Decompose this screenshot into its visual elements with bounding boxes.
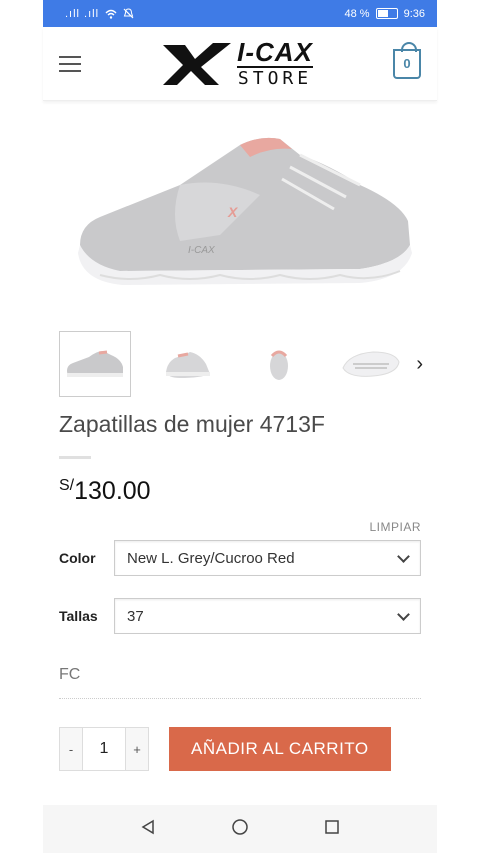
thumbnail-4[interactable] bbox=[335, 331, 407, 397]
size-label: Tallas bbox=[59, 608, 98, 624]
site-header: I-CAX STORE 0 bbox=[43, 27, 437, 101]
recents-icon[interactable] bbox=[324, 819, 340, 840]
add-to-cart-button[interactable]: AÑADIR AL CARRITO bbox=[169, 727, 391, 771]
home-icon[interactable] bbox=[231, 818, 249, 841]
size-value: 37 bbox=[127, 607, 144, 625]
thumbnail-1[interactable] bbox=[59, 331, 131, 397]
menu-icon[interactable] bbox=[59, 55, 81, 72]
store-logo[interactable]: I-CAX STORE bbox=[161, 39, 313, 88]
cart-icon[interactable]: 0 bbox=[393, 41, 421, 79]
quantity-stepper: - 1 + bbox=[59, 727, 149, 771]
price-currency: S/ bbox=[59, 477, 75, 494]
color-value: New L. Grey/Cucroo Red bbox=[127, 549, 295, 567]
battery-text: 48 % bbox=[344, 7, 370, 20]
color-label: Color bbox=[59, 550, 96, 566]
sneaker-image: X I-CAX bbox=[78, 137, 412, 285]
sku-text: FC bbox=[59, 666, 421, 699]
chevron-down-icon bbox=[397, 607, 410, 621]
chevron-down-icon bbox=[397, 549, 410, 563]
wifi-icon bbox=[105, 9, 117, 19]
thumbnail-2[interactable] bbox=[151, 331, 223, 397]
svg-text:I-CAX: I-CAX bbox=[188, 245, 215, 256]
quantity-input[interactable]: 1 bbox=[82, 728, 126, 770]
price-amount: 130.00 bbox=[74, 477, 151, 505]
logo-mark-icon bbox=[163, 42, 232, 85]
back-icon[interactable] bbox=[140, 819, 156, 840]
product-main-image[interactable]: X I-CAX bbox=[59, 101, 421, 319]
clear-selection-link[interactable]: LIMPIAR bbox=[43, 520, 437, 534]
color-select[interactable]: New L. Grey/Cucroo Red bbox=[114, 540, 421, 576]
chevron-right-icon[interactable]: › bbox=[416, 353, 423, 376]
status-bar: .ıll .ıll 48 % 9:36 bbox=[43, 0, 437, 27]
svg-text:X: X bbox=[227, 204, 239, 220]
android-nav-bar bbox=[43, 805, 437, 853]
mute-icon bbox=[123, 8, 134, 19]
logo-main-text: I-CAX bbox=[237, 37, 313, 67]
size-row: Tallas 37 bbox=[43, 598, 437, 634]
logo-sub-text: STORE bbox=[237, 66, 313, 89]
thumbnail-strip: › bbox=[43, 331, 437, 397]
color-row: Color New L. Grey/Cucroo Red bbox=[43, 540, 437, 576]
clock: 9:36 bbox=[403, 7, 425, 20]
app-frame: .ıll .ıll 48 % 9:36 I-CAX STORE 0 X I-CA… bbox=[43, 0, 437, 853]
product-title: Zapatillas de mujer 4713F bbox=[59, 411, 325, 437]
signal-icon: .ıll .ıll bbox=[65, 7, 100, 20]
quantity-plus-button[interactable]: + bbox=[126, 728, 148, 770]
thumbnail-3[interactable] bbox=[243, 331, 315, 397]
title-divider bbox=[59, 456, 91, 459]
battery-icon bbox=[375, 8, 398, 19]
quantity-minus-button[interactable]: - bbox=[60, 728, 82, 770]
product-price: S/130.00 bbox=[43, 477, 437, 506]
purchase-row: - 1 + AÑADIR AL CARRITO bbox=[43, 727, 437, 771]
size-select[interactable]: 37 bbox=[114, 598, 421, 634]
cart-count: 0 bbox=[403, 56, 411, 71]
